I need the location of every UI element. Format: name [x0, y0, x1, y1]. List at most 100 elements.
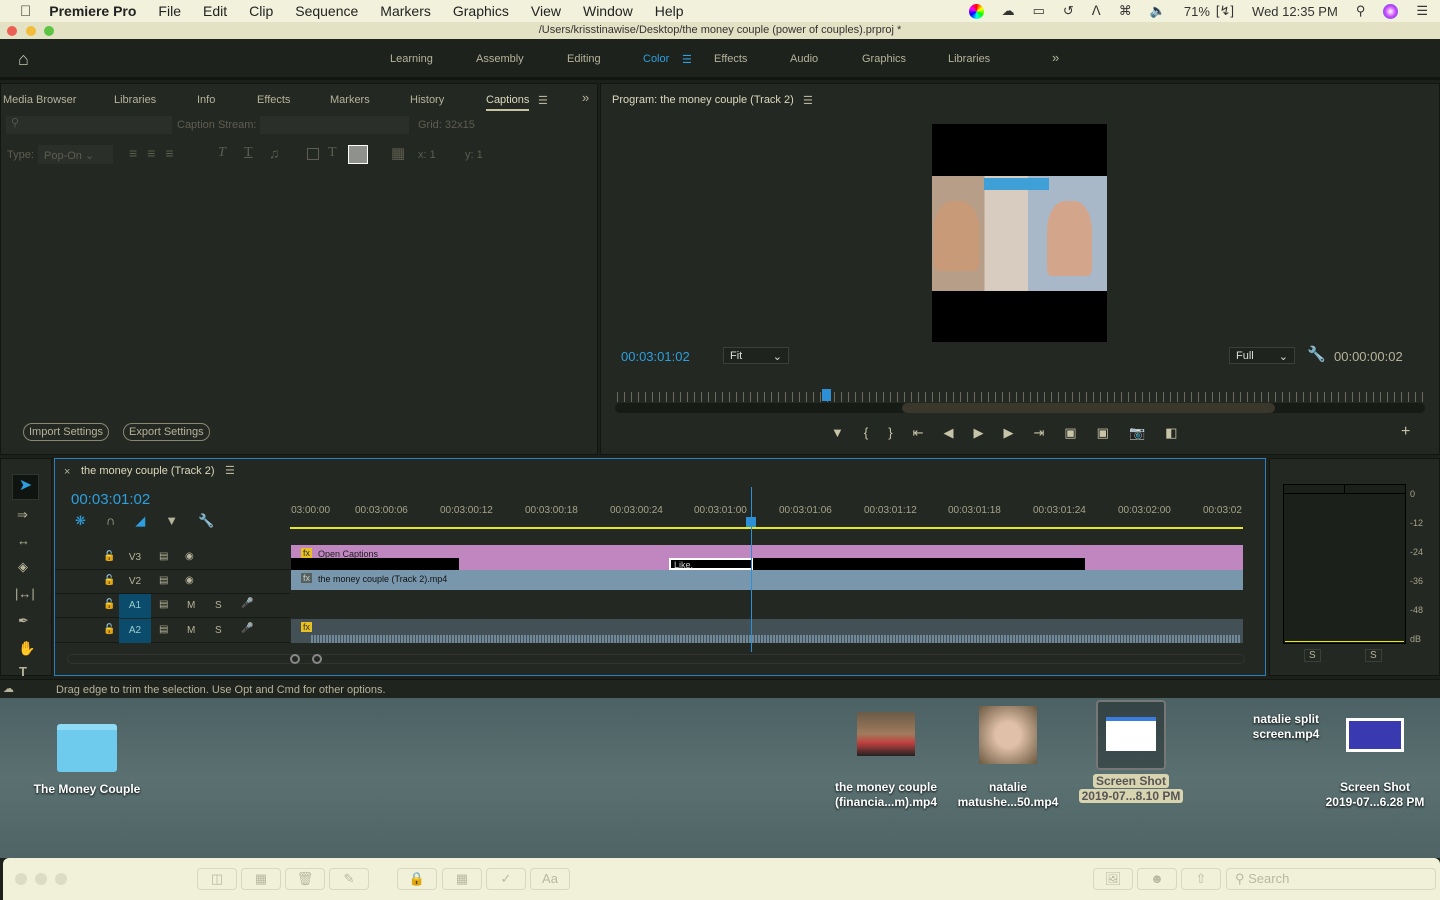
close-window-button[interactable]	[7, 26, 17, 36]
tab-markers[interactable]: Markers	[330, 94, 370, 106]
format-text-button[interactable]: Aa	[530, 868, 570, 890]
pen-tool-icon[interactable]: ✒	[18, 613, 29, 629]
compose-icon[interactable]: ✎	[329, 868, 369, 890]
caption-block[interactable]	[753, 558, 1085, 570]
wrench-icon[interactable]: 🔧	[1307, 345, 1326, 363]
overflow-chevron-icon[interactable]: »	[582, 90, 589, 105]
type-tool-icon[interactable]: T	[19, 664, 27, 679]
go-to-in-icon[interactable]: ⇤	[913, 425, 924, 441]
trash-icon[interactable]: 🗑	[285, 868, 325, 890]
tab-captions[interactable]: Captions	[486, 94, 530, 111]
sync-lock-icon[interactable]: ▤	[159, 624, 168, 635]
work-area-bar[interactable]	[290, 527, 1243, 529]
close-sequence-icon[interactable]: ×	[64, 466, 70, 478]
time-machine-icon[interactable]: ↺	[1063, 3, 1074, 19]
add-marker-icon[interactable]: ▼	[165, 513, 178, 529]
desktop-folder[interactable]: The Money Couple	[22, 724, 152, 797]
desktop-file-video[interactable]: natalie matushe...50.mp4	[950, 706, 1066, 810]
notification-center-icon[interactable]: ☰	[1416, 3, 1428, 19]
sequence-tab[interactable]: the money couple (Track 2)	[81, 465, 214, 477]
airplay-icon[interactable]: ▭	[1033, 3, 1045, 19]
track-target-toggle[interactable]: V3	[119, 546, 151, 570]
thumbnails-icon[interactable]: ▦	[241, 868, 281, 890]
menu-view[interactable]: View	[531, 3, 561, 19]
lock-icon[interactable]: 🔓	[103, 551, 115, 562]
nest-icon[interactable]: ❋	[75, 513, 86, 529]
collaborate-icon[interactable]: ☻	[1137, 868, 1177, 890]
desktop-file-screenshot-selected[interactable]: Screen Shot 2019-07...8.10 PM	[1072, 700, 1190, 804]
linked-selection-icon[interactable]: ◢	[135, 513, 145, 529]
workspace-effects[interactable]: Effects	[714, 53, 747, 65]
lock-icon[interactable]: 🔒	[397, 868, 437, 890]
clock[interactable]: Wed 12:35 PM	[1252, 4, 1338, 19]
timeline-timecode[interactable]: 00:03:01:02	[71, 491, 150, 508]
add-marker-icon[interactable]: ▼	[831, 425, 844, 441]
workspace-libraries[interactable]: Libraries	[948, 53, 990, 65]
creative-cloud-icon[interactable]: ☁	[1002, 3, 1015, 19]
audio-clip[interactable]: fx	[291, 619, 1243, 643]
ripple-edit-tool-icon[interactable]: ↔	[17, 533, 30, 548]
playhead-handle[interactable]	[746, 517, 756, 527]
home-icon[interactable]: ⌂	[18, 49, 29, 70]
selected-caption-block[interactable]: Like,	[669, 558, 753, 570]
minimize-window-button[interactable]	[26, 26, 36, 36]
caption-search-input[interactable]: ⚲	[6, 116, 172, 134]
x-position[interactable]: x: 1	[418, 149, 436, 161]
checklist-icon[interactable]: ✓	[486, 868, 526, 890]
mark-out-icon[interactable]: }	[888, 425, 892, 441]
add-button-icon[interactable]: +	[1401, 423, 1410, 441]
export-frame-icon[interactable]: 📷	[1129, 425, 1145, 441]
solo-button[interactable]: S	[215, 600, 222, 611]
background-color-icon[interactable]	[307, 148, 319, 160]
solo-left-button[interactable]: S	[1304, 649, 1321, 662]
go-to-out-icon[interactable]: ⇥	[1033, 425, 1044, 441]
playhead-marker[interactable]	[822, 389, 831, 401]
play-icon[interactable]: ▶	[973, 425, 983, 441]
workspace-assembly[interactable]: Assembly	[476, 53, 524, 65]
menu-app[interactable]: Premiere Pro	[49, 3, 136, 19]
import-settings-button[interactable]: Import Settings	[23, 423, 109, 441]
program-ruler[interactable]	[617, 392, 1425, 402]
desktop-file-video[interactable]: the money couple (financia...m).mp4	[826, 712, 946, 810]
battery-percent[interactable]: 71%	[1184, 4, 1210, 19]
video-clip[interactable]: fx the money couple (Track 2).mp4	[291, 570, 1243, 590]
microphone-icon[interactable]: 🎤	[241, 623, 253, 634]
desktop-file-screenshot[interactable]: Screen Shot 2019-07...6.28 PM	[1316, 718, 1434, 810]
zoom-window-button[interactable]	[44, 26, 54, 36]
time-ruler[interactable]: 00:03:00:00 00:03:00:06 00:03:00:12 00:03:0…	[290, 459, 1243, 534]
workspace-learning[interactable]: Learning	[390, 53, 433, 65]
menu-markers[interactable]: Markers	[380, 3, 431, 19]
sync-lock-icon[interactable]: ▤	[159, 575, 168, 586]
resolution-select[interactable]: Full ⌄	[1229, 347, 1295, 364]
zoom-select[interactable]: Fit ⌄	[723, 347, 789, 364]
menu-clip[interactable]: Clip	[249, 3, 273, 19]
sidebar-toggle-icon[interactable]: ◫	[197, 868, 237, 890]
y-position[interactable]: y: 1	[465, 149, 483, 161]
wifi-icon[interactable]: ⌘	[1119, 3, 1132, 19]
share-icon[interactable]: ⇧	[1181, 868, 1221, 890]
panel-menu-icon[interactable]: ☰	[803, 94, 813, 107]
panel-menu-icon[interactable]: ☰	[225, 464, 235, 477]
export-settings-button[interactable]: Export Settings	[123, 423, 210, 441]
minimize-window-button[interactable]	[35, 873, 47, 885]
tab-effects[interactable]: Effects	[257, 94, 290, 106]
close-window-button[interactable]	[15, 873, 27, 885]
tab-info[interactable]: Info	[197, 94, 215, 106]
bluetooth-icon[interactable]: ᐱ	[1092, 3, 1101, 19]
tab-media-browser[interactable]: Media Browser	[3, 94, 76, 106]
menu-sequence[interactable]: Sequence	[295, 3, 358, 19]
caption-clip[interactable]: fx Open Captions Like,	[291, 545, 1243, 570]
color-wheel-icon[interactable]	[968, 3, 984, 19]
track-target-toggle[interactable]: A2	[119, 619, 151, 643]
solo-right-button[interactable]: S	[1365, 649, 1382, 662]
lift-icon[interactable]: ▣	[1064, 425, 1076, 441]
timeline-scrollbar[interactable]	[67, 654, 1245, 664]
color-swatch[interactable]	[348, 145, 368, 164]
track-target-toggle[interactable]: A1	[119, 594, 151, 618]
step-back-icon[interactable]: ◀	[943, 425, 953, 441]
solo-button[interactable]: S	[215, 625, 222, 636]
siri-icon[interactable]	[1383, 3, 1399, 19]
workspace-color[interactable]: Color	[643, 53, 669, 65]
media-icon[interactable]: 🖼	[1093, 868, 1133, 890]
lock-icon[interactable]: 🔓	[103, 575, 115, 586]
